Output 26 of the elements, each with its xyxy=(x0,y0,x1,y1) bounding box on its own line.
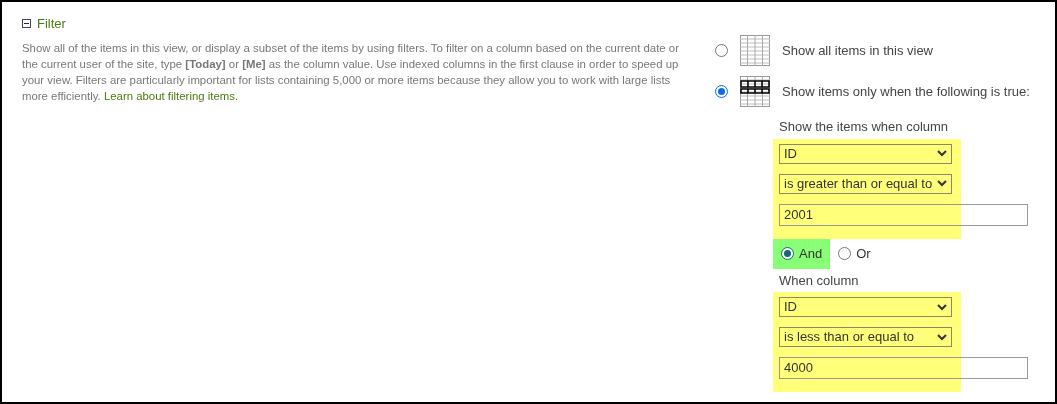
option-label: Show all items in this view xyxy=(782,41,933,60)
radio-button[interactable] xyxy=(838,247,852,260)
clause-heading: When column xyxy=(779,271,860,290)
value-input[interactable]: 2001 xyxy=(779,203,1028,226)
radio-button[interactable] xyxy=(715,85,728,98)
dropdown-field[interactable]: is greater than or equal to xyxy=(779,173,952,194)
clause-heading: Show the items when column xyxy=(779,118,950,136)
option-label: Show items only when the following is true: xyxy=(782,82,1030,101)
section-title: Filter xyxy=(37,15,66,33)
dropdown-field[interactable]: ID xyxy=(779,143,952,164)
table-icon xyxy=(740,35,770,66)
connector-option[interactable]: And xyxy=(773,238,831,269)
chevron-down-icon xyxy=(937,333,947,341)
dropdown-field[interactable]: is less than or equal to xyxy=(779,327,952,347)
collapse-icon[interactable] xyxy=(22,19,31,29)
chevron-down-icon xyxy=(937,150,947,157)
learn-more-link[interactable]: Learn about filtering items. xyxy=(103,89,239,102)
radio-button[interactable] xyxy=(781,247,794,260)
chevron-down-icon xyxy=(937,303,947,311)
filtered-table-icon xyxy=(740,76,770,107)
connector-option[interactable]: Or xyxy=(830,238,879,269)
dropdown-field[interactable]: ID xyxy=(779,297,952,317)
value-input[interactable]: 4000 xyxy=(779,357,1028,379)
chevron-down-icon xyxy=(937,180,947,187)
section-description: Show all of the items in this view, or display a subset of the items by using filters. To filter on a column based on the current date or the current user of the site, type [Today] or [Me] as the column value. Use indexed columns in the first clause in order to speed up your view. Filters are particularly important for lists containing 5,000 or more items because they allow you to work with large lists more efficiently. Learn about filtering items. xyxy=(22,40,680,104)
radio-button[interactable] xyxy=(715,44,728,57)
